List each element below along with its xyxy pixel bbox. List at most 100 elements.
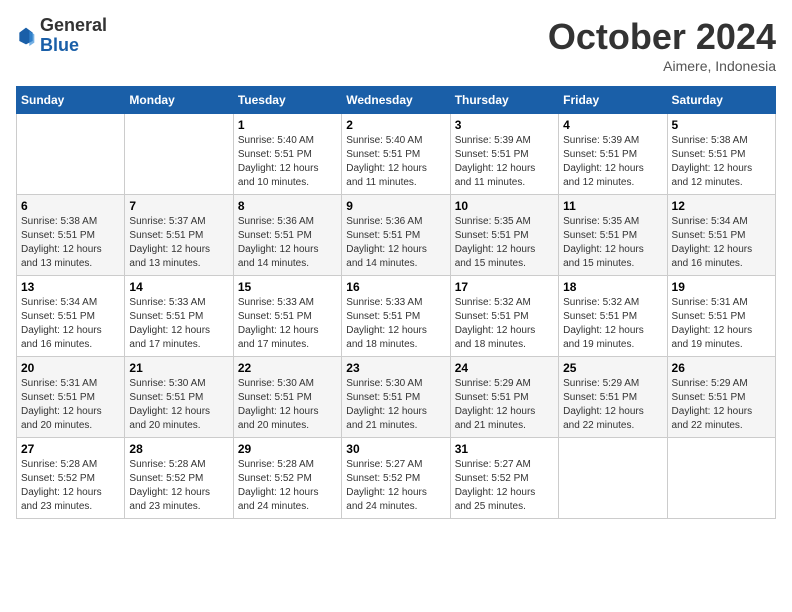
calendar-cell: 2Sunrise: 5:40 AMSunset: 5:51 PMDaylight…: [342, 114, 450, 195]
calendar-cell: 25 Sunrise: 5:29 AMSunset: 5:51 PMDayligh…: [559, 357, 667, 438]
calendar-cell: 11 Sunrise: 5:35 AMSunset: 5:51 PMDayligh…: [559, 195, 667, 276]
day-number: 15: [238, 280, 337, 294]
day-number: 19: [672, 280, 771, 294]
day-number: 3: [455, 118, 554, 132]
col-friday: Friday: [559, 87, 667, 114]
calendar-cell: 21 Sunrise: 5:30 AMSunset: 5:51 PMDayligh…: [125, 357, 233, 438]
day-info: Sunrise: 5:28 AMSunset: 5:52 PMDaylight:…: [21, 458, 120, 514]
calendar-cell: 13 Sunrise: 5:34 AMSunset: 5:51 PMDayligh…: [17, 276, 125, 357]
calendar-week-3: 13 Sunrise: 5:34 AMSunset: 5:51 PMDayligh…: [17, 276, 776, 357]
day-info: Sunrise: 5:33 AMSunset: 5:51 PMDaylight:…: [129, 296, 228, 352]
calendar-cell: 24Sunrise: 5:29 AMSunset: 5:51 PMDayligh…: [450, 357, 558, 438]
calendar-cell: [559, 438, 667, 519]
calendar-cell: 30Sunrise: 5:27 AMSunset: 5:52 PMDayligh…: [342, 438, 450, 519]
day-info: Sunrise: 5:31 AMSunset: 5:51 PMDaylight:…: [672, 296, 771, 352]
calendar-cell: 27 Sunrise: 5:28 AMSunset: 5:52 PMDayligh…: [17, 438, 125, 519]
day-number: 7: [129, 199, 228, 213]
calendar-cell: 26 Sunrise: 5:29 AMSunset: 5:51 PMDayligh…: [667, 357, 775, 438]
day-info: Sunrise: 5:32 AMSunset: 5:51 PMDaylight:…: [563, 296, 662, 352]
day-info: Sunrise: 5:35 AMSunset: 5:51 PMDaylight:…: [455, 215, 554, 271]
day-info: Sunrise: 5:39 AMSunset: 5:51 PMDaylight:…: [455, 134, 554, 190]
col-monday: Monday: [125, 87, 233, 114]
logo-general-text: General: [40, 15, 107, 35]
calendar-week-5: 27 Sunrise: 5:28 AMSunset: 5:52 PMDayligh…: [17, 438, 776, 519]
calendar-cell: 19 Sunrise: 5:31 AMSunset: 5:51 PMDayligh…: [667, 276, 775, 357]
col-saturday: Saturday: [667, 87, 775, 114]
location-text: Aimere, Indonesia: [548, 58, 776, 74]
day-info: Sunrise: 5:28 AMSunset: 5:52 PMDaylight:…: [129, 458, 228, 514]
month-title: October 2024: [548, 16, 776, 58]
day-info: Sunrise: 5:35 AMSunset: 5:51 PMDaylight:…: [563, 215, 662, 271]
day-info: Sunrise: 5:30 AMSunset: 5:51 PMDaylight:…: [346, 377, 445, 433]
day-info: Sunrise: 5:29 AMSunset: 5:51 PMDaylight:…: [672, 377, 771, 433]
calendar-cell: [125, 114, 233, 195]
calendar-cell: 3 Sunrise: 5:39 AMSunset: 5:51 PMDaylight…: [450, 114, 558, 195]
day-number: 17: [455, 280, 554, 294]
day-info: Sunrise: 5:33 AMSunset: 5:51 PMDaylight:…: [346, 296, 445, 352]
title-block: October 2024 Aimere, Indonesia: [548, 16, 776, 74]
calendar-cell: 22 Sunrise: 5:30 AMSunset: 5:51 PMDayligh…: [233, 357, 341, 438]
day-info: Sunrise: 5:31 AMSunset: 5:51 PMDaylight:…: [21, 377, 120, 433]
calendar-body: 1 Sunrise: 5:40 AMSunset: 5:51 PMDaylight…: [17, 114, 776, 519]
calendar-cell: 17 Sunrise: 5:32 AMSunset: 5:51 PMDayligh…: [450, 276, 558, 357]
calendar-cell: 9 Sunrise: 5:36 AMSunset: 5:51 PMDaylight…: [342, 195, 450, 276]
day-number: 6: [21, 199, 120, 213]
day-number: 11: [563, 199, 662, 213]
calendar-week-2: 6 Sunrise: 5:38 AMSunset: 5:51 PMDaylight…: [17, 195, 776, 276]
day-number: 27: [21, 442, 120, 456]
day-number: 26: [672, 361, 771, 375]
day-number: 5: [672, 118, 771, 132]
day-info: Sunrise: 5:30 AMSunset: 5:51 PMDaylight:…: [238, 377, 337, 433]
day-number: 9: [346, 199, 445, 213]
day-number: 23: [346, 361, 445, 375]
calendar-cell: 5 Sunrise: 5:38 AMSunset: 5:51 PMDaylight…: [667, 114, 775, 195]
calendar-cell: 4Sunrise: 5:39 AMSunset: 5:51 PMDaylight…: [559, 114, 667, 195]
day-number: 10: [455, 199, 554, 213]
page-header: General Blue October 2024 Aimere, Indone…: [16, 16, 776, 74]
logo: General Blue: [16, 16, 107, 56]
day-info: Sunrise: 5:36 AMSunset: 5:51 PMDaylight:…: [346, 215, 445, 271]
day-info: Sunrise: 5:29 AMSunset: 5:51 PMDaylight:…: [563, 377, 662, 433]
calendar-table: Sunday Monday Tuesday Wednesday Thursday…: [16, 86, 776, 519]
day-info: Sunrise: 5:37 AMSunset: 5:51 PMDaylight:…: [129, 215, 228, 271]
logo-icon: [16, 26, 36, 46]
calendar-cell: 8 Sunrise: 5:36 AMSunset: 5:51 PMDaylight…: [233, 195, 341, 276]
header-row: Sunday Monday Tuesday Wednesday Thursday…: [17, 87, 776, 114]
day-info: Sunrise: 5:34 AMSunset: 5:51 PMDaylight:…: [21, 296, 120, 352]
day-info: Sunrise: 5:27 AMSunset: 5:52 PMDaylight:…: [346, 458, 445, 514]
calendar-cell: 18 Sunrise: 5:32 AMSunset: 5:51 PMDayligh…: [559, 276, 667, 357]
calendar-cell: 29Sunrise: 5:28 AMSunset: 5:52 PMDayligh…: [233, 438, 341, 519]
calendar-cell: 10 Sunrise: 5:35 AMSunset: 5:51 PMDayligh…: [450, 195, 558, 276]
day-number: 20: [21, 361, 120, 375]
day-number: 13: [21, 280, 120, 294]
day-info: Sunrise: 5:30 AMSunset: 5:51 PMDaylight:…: [129, 377, 228, 433]
day-number: 2: [346, 118, 445, 132]
day-info: Sunrise: 5:38 AMSunset: 5:51 PMDaylight:…: [21, 215, 120, 271]
day-number: 14: [129, 280, 228, 294]
day-number: 22: [238, 361, 337, 375]
calendar-cell: 20 Sunrise: 5:31 AMSunset: 5:51 PMDayligh…: [17, 357, 125, 438]
day-info: Sunrise: 5:34 AMSunset: 5:51 PMDaylight:…: [672, 215, 771, 271]
col-wednesday: Wednesday: [342, 87, 450, 114]
day-info: Sunrise: 5:38 AMSunset: 5:51 PMDaylight:…: [672, 134, 771, 190]
col-thursday: Thursday: [450, 87, 558, 114]
day-info: Sunrise: 5:40 AMSunset: 5:51 PMDaylight:…: [238, 134, 337, 190]
day-info: Sunrise: 5:39 AMSunset: 5:51 PMDaylight:…: [563, 134, 662, 190]
day-number: 1: [238, 118, 337, 132]
day-info: Sunrise: 5:32 AMSunset: 5:51 PMDaylight:…: [455, 296, 554, 352]
day-number: 28: [129, 442, 228, 456]
day-number: 18: [563, 280, 662, 294]
day-info: Sunrise: 5:36 AMSunset: 5:51 PMDaylight:…: [238, 215, 337, 271]
calendar-header: Sunday Monday Tuesday Wednesday Thursday…: [17, 87, 776, 114]
calendar-cell: 15 Sunrise: 5:33 AMSunset: 5:51 PMDayligh…: [233, 276, 341, 357]
calendar-cell: 16 Sunrise: 5:33 AMSunset: 5:51 PMDayligh…: [342, 276, 450, 357]
calendar-cell: 12Sunrise: 5:34 AMSunset: 5:51 PMDayligh…: [667, 195, 775, 276]
day-number: 16: [346, 280, 445, 294]
calendar-cell: 14 Sunrise: 5:33 AMSunset: 5:51 PMDayligh…: [125, 276, 233, 357]
day-number: 8: [238, 199, 337, 213]
day-number: 25: [563, 361, 662, 375]
day-info: Sunrise: 5:33 AMSunset: 5:51 PMDaylight:…: [238, 296, 337, 352]
calendar-cell: 6 Sunrise: 5:38 AMSunset: 5:51 PMDaylight…: [17, 195, 125, 276]
day-info: Sunrise: 5:27 AMSunset: 5:52 PMDaylight:…: [455, 458, 554, 514]
day-number: 21: [129, 361, 228, 375]
